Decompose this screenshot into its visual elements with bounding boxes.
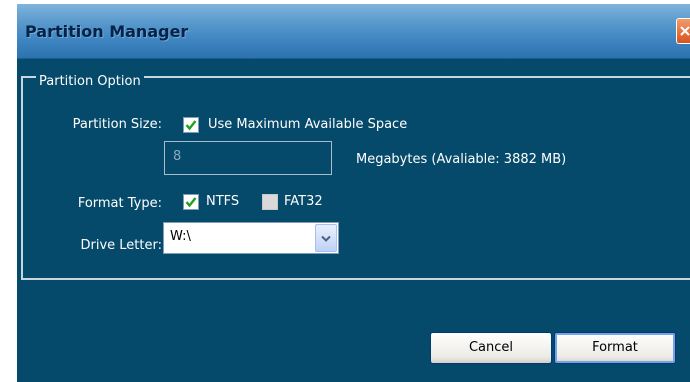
title-bar[interactable]: Partition Manager [17,4,690,59]
use-max-space-label: Use Maximum Available Space [208,117,408,132]
close-icon[interactable] [676,18,690,44]
partition-size-label: Partition Size: [72,117,162,132]
group-legend: Partition Option [36,74,144,89]
drive-letter-label: Drive Letter: [80,238,163,253]
use-max-space-checkbox[interactable] [183,117,199,133]
chevron-down-icon[interactable] [315,224,337,252]
megabytes-label: Megabytes (Avaliable: 3882 MB) [356,152,567,167]
fat32-checkbox[interactable] [262,194,278,210]
format-button[interactable]: Format [554,332,676,364]
window-title: Partition Manager [25,22,189,41]
format-type-label: Format Type: [77,196,162,211]
cancel-button[interactable]: Cancel [430,332,552,364]
partition-size-input[interactable]: 8 [164,141,332,175]
ntfs-label: NTFS [206,194,240,209]
drive-letter-select[interactable]: W:\ [163,222,339,254]
ntfs-checkbox[interactable] [183,194,199,210]
fat32-label: FAT32 [284,194,323,209]
drive-letter-value: W:\ [170,229,191,244]
